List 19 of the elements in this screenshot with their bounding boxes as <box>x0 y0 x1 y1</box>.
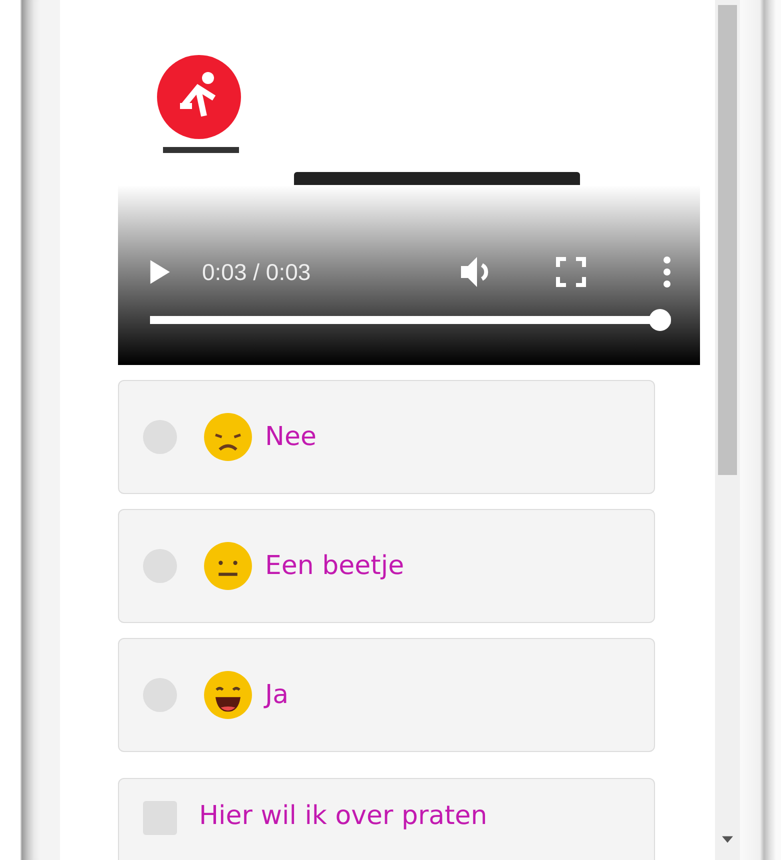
video-time: 0:03 / 0:03 <box>202 258 311 286</box>
fullscreen-icon[interactable] <box>556 257 586 287</box>
option-label: Hier wil ik over praten <box>199 801 488 831</box>
play-icon[interactable] <box>148 259 170 285</box>
scrollbar[interactable] <box>715 0 740 860</box>
laughing-face-icon <box>203 670 253 720</box>
radio-option[interactable]: Ja <box>118 638 655 752</box>
radio-option[interactable]: Een beetje <box>118 509 655 623</box>
sad-face-icon <box>203 412 253 462</box>
option-label: Ja <box>265 680 289 710</box>
video-player[interactable]: 0:03 / 0:03 <box>118 0 700 365</box>
option-label: Nee <box>265 422 316 452</box>
more-options-icon[interactable] <box>662 256 672 288</box>
neutral-face-icon <box>203 541 253 591</box>
option-label: Een beetje <box>265 551 404 581</box>
scroll-down-icon[interactable] <box>722 836 733 843</box>
checkbox-option[interactable]: Hier wil ik over praten <box>118 778 655 860</box>
radio-option[interactable]: Nee <box>118 380 655 494</box>
scrollbar-thumb[interactable] <box>718 5 737 475</box>
